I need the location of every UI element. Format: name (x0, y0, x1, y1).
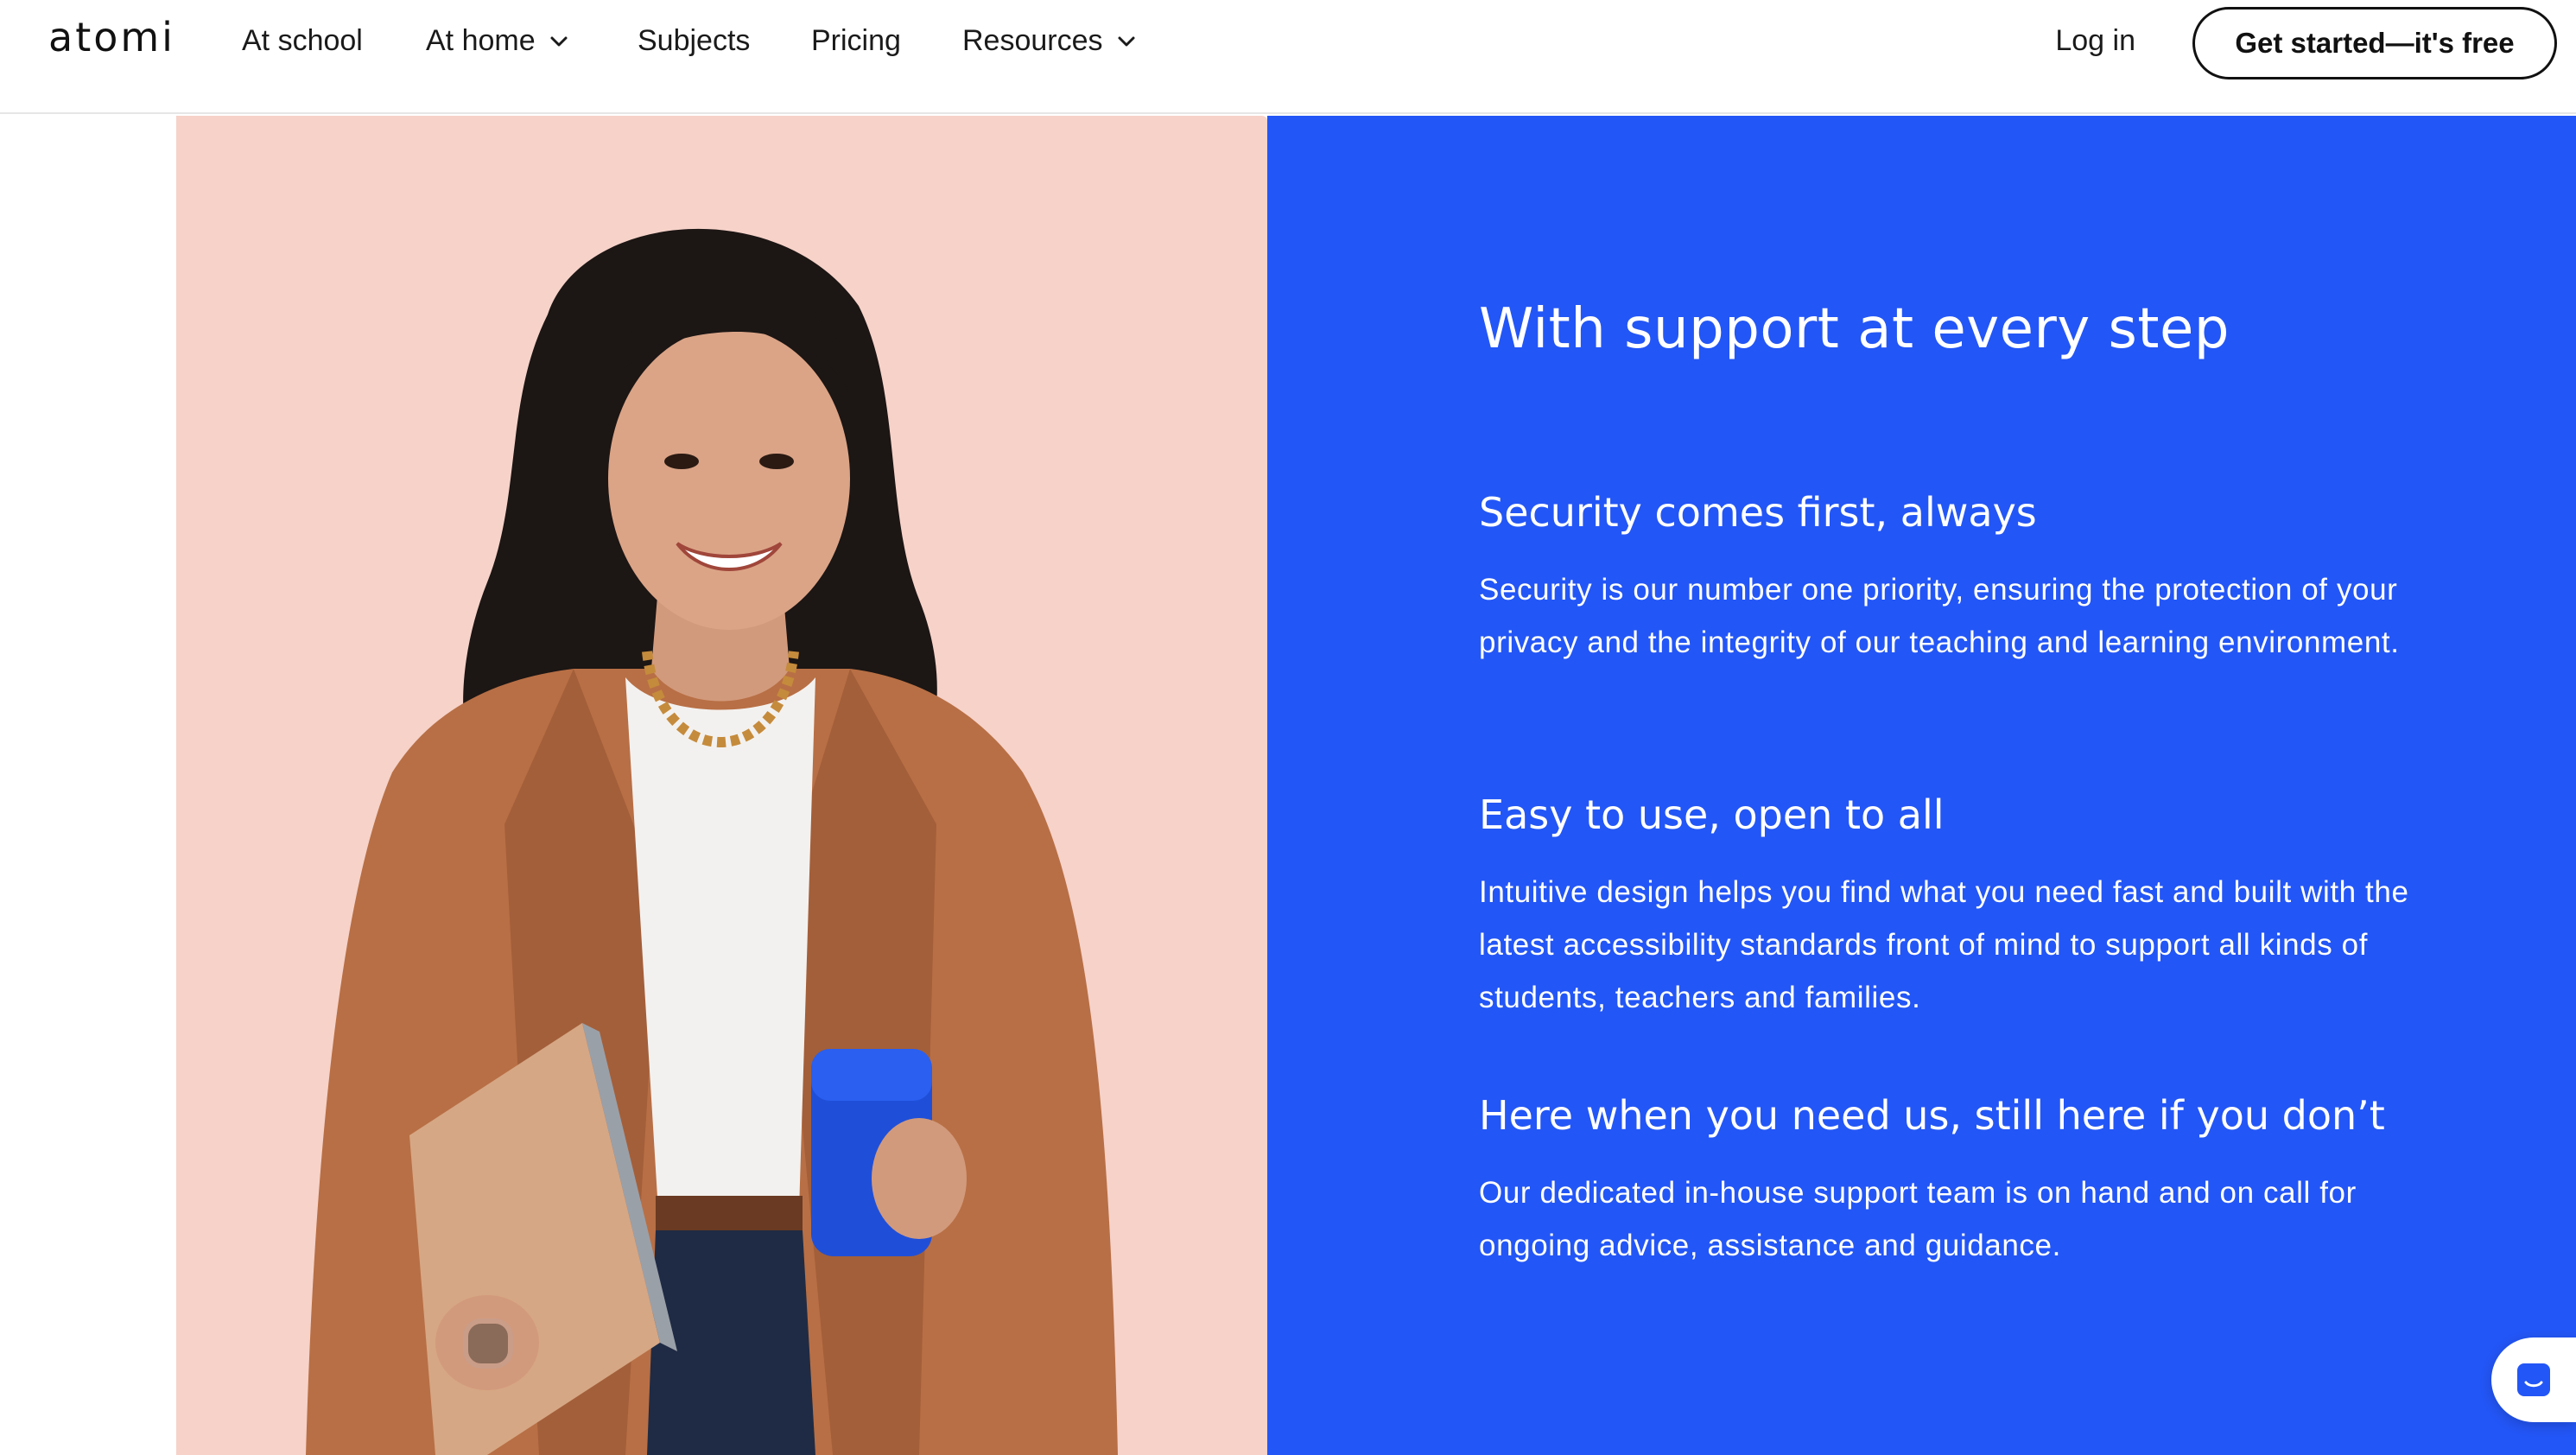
get-started-button[interactable]: Get started—it's free (2192, 7, 2557, 79)
chat-widget-button[interactable] (2491, 1337, 2576, 1422)
feature-title-support: Here when you need us, still here if you… (1479, 1092, 2385, 1139)
nav-item-label: At school (242, 24, 363, 57)
nav-item-at-school[interactable]: At school (242, 24, 363, 58)
feature-body-easy-to-use: Intuitive design helps you find what you… (1479, 875, 2409, 1014)
logo[interactable]: atomi (48, 14, 175, 60)
support-section: With support at every step Security come… (1267, 116, 2576, 1455)
chevron-down-icon (550, 36, 568, 46)
nav-item-resources[interactable]: Resources (962, 24, 1138, 58)
nav-item-label: Pricing (811, 24, 901, 57)
nav-item-label: At home (426, 24, 536, 57)
feature-body-security: Security is our number one priority, ens… (1479, 573, 2400, 659)
feature-title-security: Security comes first, always (1479, 489, 2037, 536)
chat-icon (2517, 1363, 2550, 1396)
nav-item-label: Subjects (638, 24, 751, 57)
nav-item-at-home[interactable]: At home (426, 24, 570, 58)
person-photo-icon (306, 228, 1118, 1455)
nav-item-subjects[interactable]: Subjects (638, 24, 750, 58)
hero-photo (176, 116, 1267, 1455)
login-link[interactable]: Log in (2055, 24, 2135, 58)
feature-body-support: Our dedicated in-house support team is o… (1479, 1176, 2357, 1262)
nav-item-pricing[interactable]: Pricing (811, 24, 901, 58)
nav-item-label: Resources (962, 24, 1103, 57)
section-heading: With support at every step (1479, 297, 2230, 361)
top-nav: atomi At school At home Subjects Pricing… (0, 0, 2576, 114)
feature-title-easy-to-use: Easy to use, open to all (1479, 791, 1945, 838)
chevron-down-icon (1118, 36, 1135, 46)
